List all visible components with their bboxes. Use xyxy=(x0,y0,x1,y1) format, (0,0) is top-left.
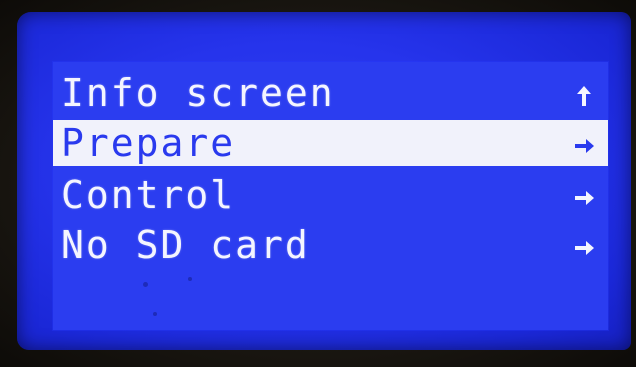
screen-dust xyxy=(143,282,148,287)
screen-dust xyxy=(153,312,157,316)
menu-display: Info screen Prepare Control No SD card xyxy=(53,62,608,330)
menu-item-info-screen[interactable]: Info screen xyxy=(53,70,608,118)
menu-item-label: Info screen xyxy=(61,71,335,115)
menu-item-control[interactable]: Control xyxy=(53,172,608,220)
menu-item-label: Control xyxy=(61,173,236,217)
screen-dust xyxy=(188,277,192,281)
device-bezel: Info screen Prepare Control No SD card xyxy=(0,0,636,367)
menu-item-prepare[interactable]: Prepare xyxy=(53,120,608,166)
up-arrow-icon xyxy=(577,86,591,106)
lcd-screen: Info screen Prepare Control No SD card xyxy=(17,12,631,350)
right-arrow-icon xyxy=(575,191,594,205)
right-arrow-icon xyxy=(575,139,594,153)
right-arrow-icon xyxy=(575,241,594,255)
menu-item-label: No SD card xyxy=(61,223,310,267)
menu-item-no-sd-card[interactable]: No SD card xyxy=(53,222,608,270)
menu-item-label: Prepare xyxy=(61,121,236,165)
